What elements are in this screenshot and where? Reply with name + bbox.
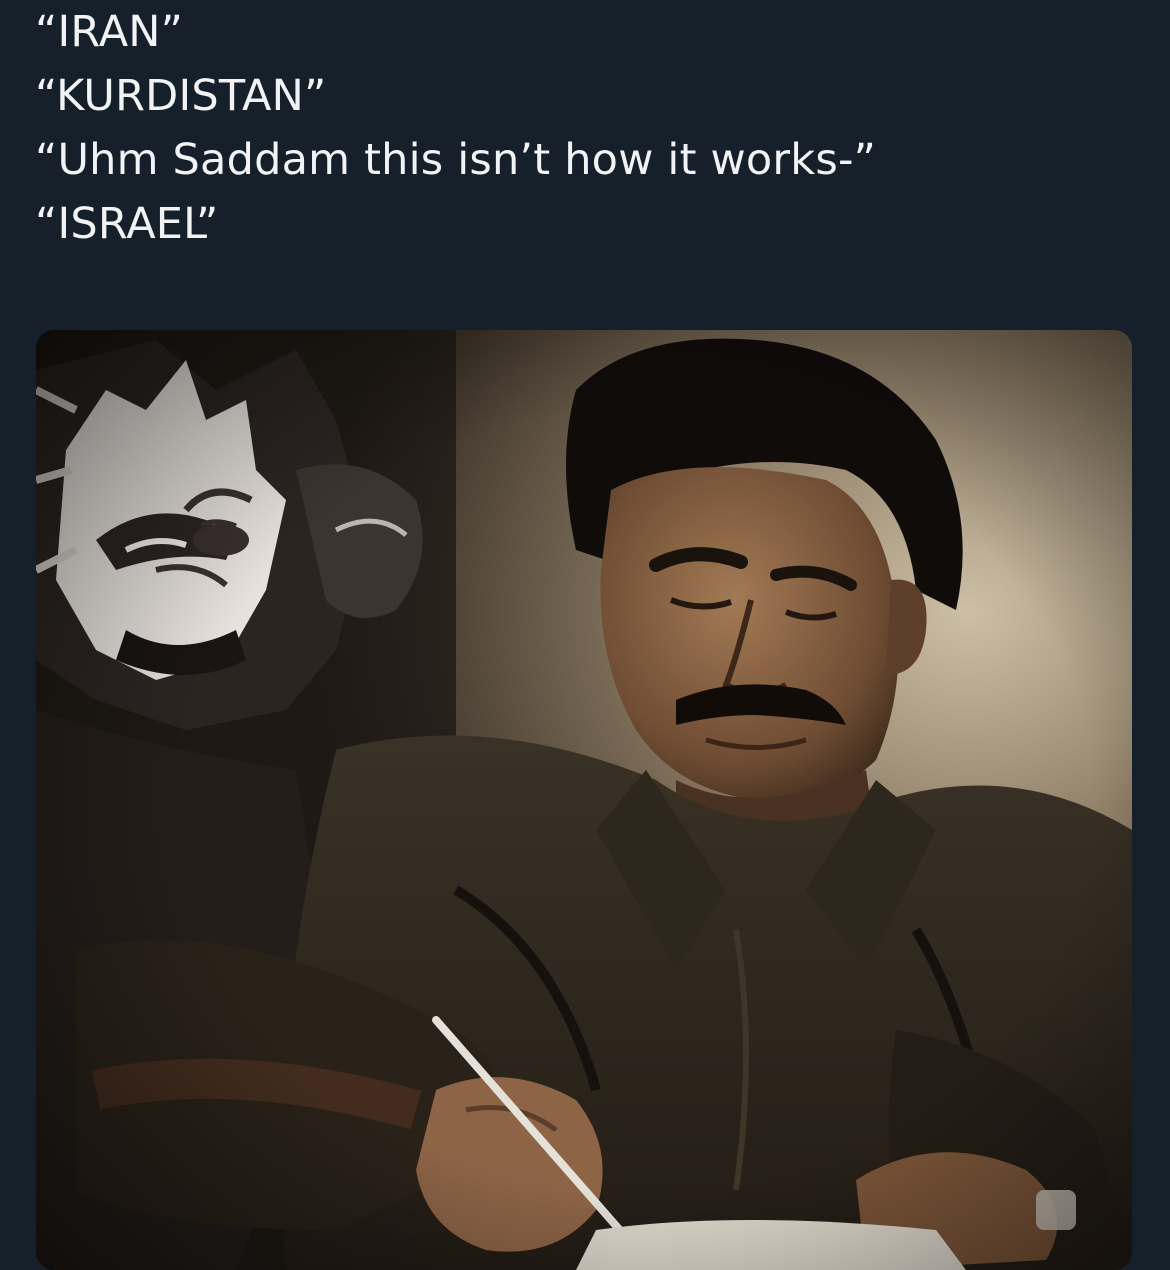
post-text: “IRAN” “KURDISTAN” “Uhm Saddam this isn’… xyxy=(35,0,1135,256)
post-image[interactable] xyxy=(36,330,1132,1270)
post-line-iran: “IRAN” xyxy=(35,7,184,57)
meme-illustration xyxy=(36,330,1132,1270)
post-line-israel: “ISRAEL” xyxy=(35,199,219,249)
post-line-uhm-saddam: “Uhm Saddam this isn’t how it works-” xyxy=(35,135,877,185)
post-line-kurdistan: “KURDISTAN” xyxy=(35,71,327,121)
